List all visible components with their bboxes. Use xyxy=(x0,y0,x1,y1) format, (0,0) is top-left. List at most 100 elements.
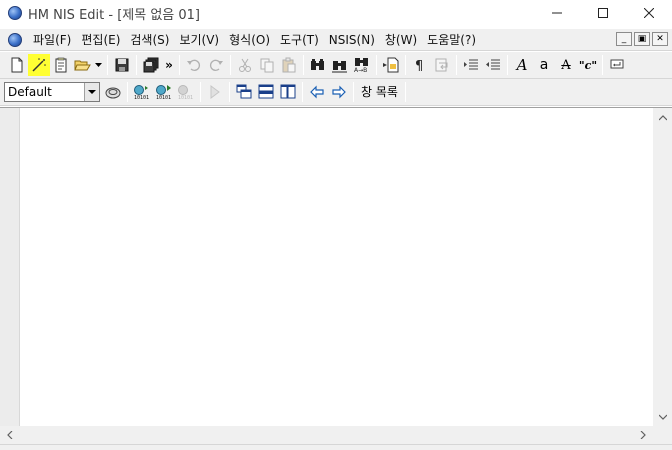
cascade-windows-button[interactable] xyxy=(233,81,255,103)
main-toolbar: » A→B ¶ A a A "c" xyxy=(0,52,672,79)
tile-vertical-button[interactable] xyxy=(277,81,299,103)
title-bar: HM NIS Edit - [제목 없음 01] xyxy=(0,0,672,26)
template-button[interactable] xyxy=(50,54,72,76)
new-script-wizard-button[interactable] xyxy=(28,54,50,76)
redo-button[interactable] xyxy=(205,54,227,76)
toggle-case-button[interactable]: A xyxy=(555,54,577,76)
separator xyxy=(127,82,128,102)
tile-horizontal-button[interactable] xyxy=(255,81,277,103)
window-controls xyxy=(534,0,672,26)
floppy-disk-icon xyxy=(115,58,129,72)
paste-button[interactable] xyxy=(278,54,300,76)
menu-bar: 파일(F) 편집(E) 검색(S) 보기(V) 형식(O) 도구(T) NSIS… xyxy=(0,29,672,51)
open-file-button[interactable] xyxy=(72,54,94,76)
document-system-menu-icon[interactable] xyxy=(8,32,22,47)
separator xyxy=(405,55,406,75)
maximize-icon xyxy=(598,8,608,18)
scroll-up-button[interactable] xyxy=(654,109,671,126)
toolbar-overflow-button[interactable]: » xyxy=(162,54,176,76)
separator xyxy=(179,55,180,75)
replace-button[interactable]: A→B xyxy=(351,54,373,76)
tile-vertical-icon xyxy=(280,84,296,99)
stop-compile-button[interactable]: 10101 xyxy=(175,81,197,103)
tile-horizontal-icon xyxy=(258,84,274,99)
open-recent-dropdown[interactable] xyxy=(94,54,104,76)
script-editor[interactable] xyxy=(21,108,651,426)
chevron-right-icon xyxy=(640,430,646,439)
svg-text:10101: 10101 xyxy=(178,95,193,100)
mdi-minimize-button[interactable]: _ xyxy=(616,32,632,46)
separator xyxy=(303,55,304,75)
compile-run-globe-icon: 10101 xyxy=(156,85,171,100)
previous-window-button[interactable] xyxy=(306,81,328,103)
editor-frame xyxy=(0,107,672,444)
menu-search[interactable]: 검색(S) xyxy=(125,29,174,51)
compile-button[interactable]: 10101 xyxy=(131,81,153,103)
maximize-button[interactable] xyxy=(580,0,626,26)
menu-nsis[interactable]: NSIS(N) xyxy=(324,29,380,51)
menu-format[interactable]: 형식(O) xyxy=(224,29,275,51)
next-window-button[interactable] xyxy=(328,81,350,103)
undo-button[interactable] xyxy=(183,54,205,76)
window-title: HM NIS Edit - [제목 없음 01] xyxy=(28,7,200,23)
goto-line-button[interactable] xyxy=(380,54,402,76)
separator xyxy=(353,82,354,102)
copy-icon xyxy=(260,58,274,73)
strike-a-icon: A xyxy=(561,57,571,73)
settings-brain-button[interactable] xyxy=(102,81,124,103)
mdi-close-button[interactable]: ✕ xyxy=(652,32,668,46)
magic-wand-icon xyxy=(32,58,46,72)
svg-text:10101: 10101 xyxy=(134,95,149,100)
play-icon xyxy=(210,85,220,99)
show-whitespace-button[interactable]: ¶ xyxy=(409,54,431,76)
separator xyxy=(200,82,201,102)
find-next-button[interactable] xyxy=(329,54,351,76)
menu-window[interactable]: 창(W) xyxy=(380,29,422,51)
minimize-button[interactable] xyxy=(534,0,580,26)
menu-edit[interactable]: 편집(E) xyxy=(76,29,125,51)
vertical-scrollbar[interactable] xyxy=(653,108,672,426)
scroll-right-button[interactable] xyxy=(634,426,651,443)
menu-tools[interactable]: 도구(T) xyxy=(275,29,324,51)
italic-a-icon: A xyxy=(516,56,528,74)
lowercase-button[interactable]: a xyxy=(533,54,555,76)
quote-string-button[interactable]: "c" xyxy=(577,54,599,76)
line-number-gutter xyxy=(0,108,20,426)
svg-text:A→B: A→B xyxy=(354,67,367,73)
separator xyxy=(302,82,303,102)
menu-view[interactable]: 보기(V) xyxy=(174,29,224,51)
mdi-controls: _ ▣ ✕ xyxy=(616,32,668,46)
save-all-button[interactable] xyxy=(140,54,162,76)
scroll-left-button[interactable] xyxy=(1,426,18,443)
pilcrow-icon: ¶ xyxy=(415,59,423,73)
scroll-down-button[interactable] xyxy=(654,408,671,425)
new-file-button[interactable] xyxy=(6,54,28,76)
style-combo[interactable]: Default xyxy=(4,82,100,102)
run-installer-button[interactable] xyxy=(204,81,226,103)
style-combo-arrow[interactable] xyxy=(84,83,99,101)
menu-help[interactable]: 도움말(?) xyxy=(422,29,481,51)
arrow-left-icon xyxy=(310,85,324,99)
word-wrap-button[interactable] xyxy=(431,54,453,76)
lowercase-a-icon: a xyxy=(539,57,549,73)
copy-button[interactable] xyxy=(256,54,278,76)
insert-file-button[interactable] xyxy=(606,54,628,76)
separator xyxy=(404,82,406,102)
find-next-binoculars-icon xyxy=(332,61,347,73)
close-button[interactable] xyxy=(626,0,672,26)
menu-file[interactable]: 파일(F) xyxy=(28,29,76,51)
separator xyxy=(507,55,508,75)
secondary-toolbar: Default 10101 10101 10101 창 목록 xyxy=(0,79,672,106)
indent-button[interactable] xyxy=(460,54,482,76)
compile-run-button[interactable]: 10101 xyxy=(153,81,175,103)
uppercase-button[interactable]: A xyxy=(511,54,533,76)
menu-items: 파일(F) 편집(E) 검색(S) 보기(V) 형식(O) 도구(T) NSIS… xyxy=(28,29,481,51)
find-button[interactable] xyxy=(307,54,329,76)
outdent-button[interactable] xyxy=(482,54,504,76)
svg-text:10101: 10101 xyxy=(156,95,171,100)
window-list-button[interactable]: 창 목록 xyxy=(357,81,402,103)
horizontal-scrollbar[interactable] xyxy=(0,426,653,444)
cut-button[interactable] xyxy=(234,54,256,76)
mdi-restore-button[interactable]: ▣ xyxy=(634,32,650,46)
save-button[interactable] xyxy=(111,54,133,76)
